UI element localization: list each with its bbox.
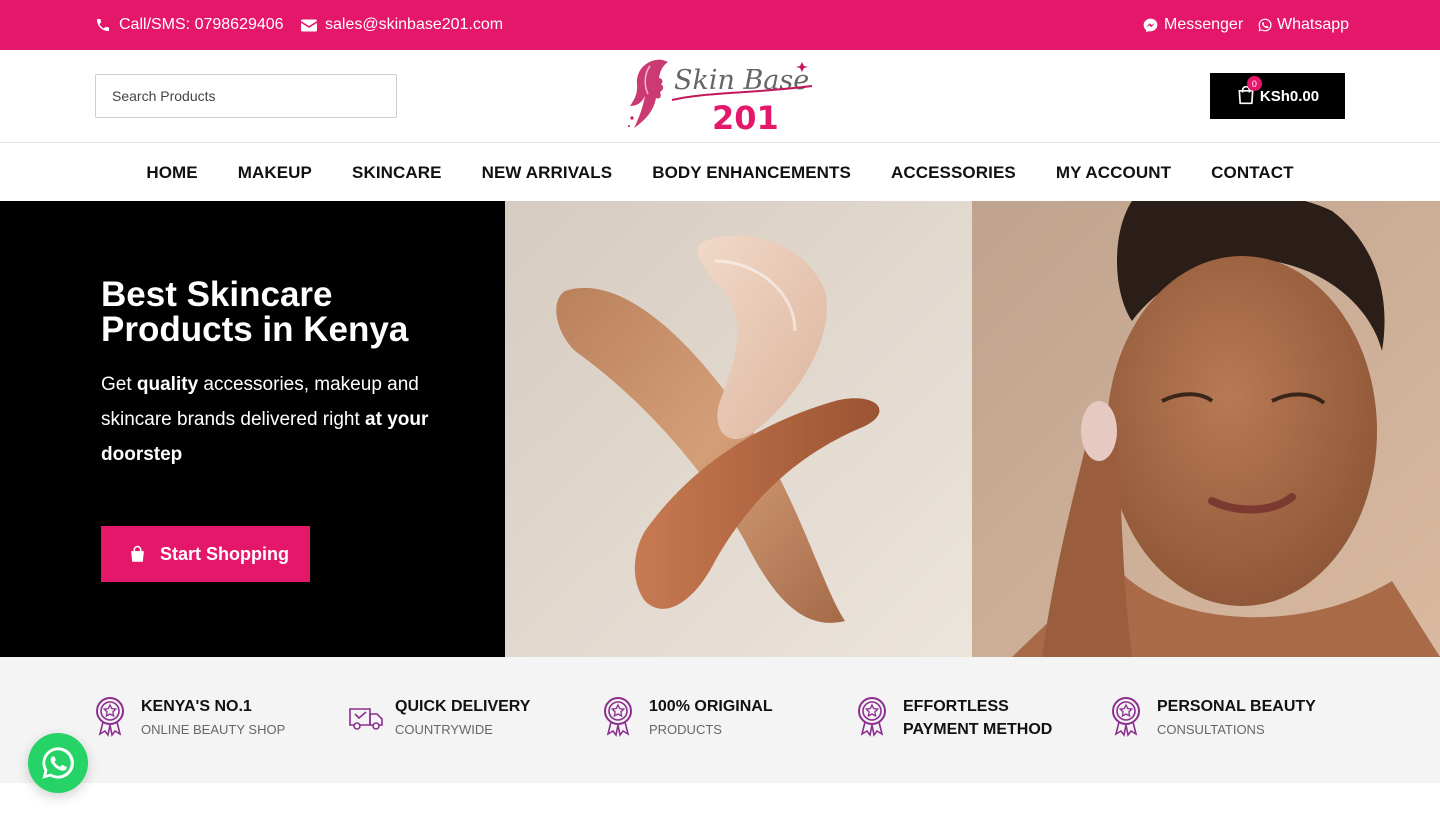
messenger-icon — [1143, 18, 1158, 32]
phone-text: Call/SMS: 0798629406 — [119, 16, 284, 33]
whatsapp-icon — [42, 747, 74, 779]
start-shopping-button[interactable]: Start Shopping — [101, 526, 310, 582]
nav-my-account[interactable]: MY ACCOUNT — [1056, 163, 1171, 183]
nav-makeup[interactable]: MAKEUP — [238, 163, 312, 183]
start-shopping-label: Start Shopping — [160, 543, 289, 564]
skin-base-logo-icon: Skin Base 201 — [628, 59, 813, 137]
site-header: Skin Base 201 0 KSh0.00 — [0, 50, 1440, 143]
nav-body-enhancements[interactable]: BODY ENHANCEMENTS — [652, 163, 851, 183]
hero-title: Best Skincare Products in Kenya — [101, 275, 409, 349]
phone-contact[interactable]: Call/SMS: 0798629406 — [95, 0, 284, 50]
nav-home[interactable]: HOME — [146, 163, 197, 183]
feature-item: PERSONAL BEAUTY CONSULTATIONS — [1111, 695, 1316, 740]
phone-icon — [97, 19, 109, 31]
main-nav: HOME MAKEUP SKINCARE NEW ARRIVALS BODY E… — [0, 144, 1440, 201]
whatsapp-label: Whatsapp — [1277, 16, 1350, 33]
nav-skincare[interactable]: SKINCARE — [352, 163, 442, 183]
award-ribbon-icon — [1112, 697, 1140, 737]
messenger-label: Messenger — [1164, 16, 1244, 33]
feature-subtitle: ONLINE BEAUTY SHOP — [141, 722, 286, 737]
award-ribbon-icon — [858, 697, 886, 737]
feature-item: KENYA'S NO.1 ONLINE BEAUTY SHOP — [95, 695, 285, 740]
hero-description: Get quality accessories, makeup and skin… — [101, 367, 441, 472]
site-logo[interactable]: Skin Base 201 — [626, 56, 816, 137]
search-input[interactable] — [95, 74, 397, 118]
hero-image-model — [972, 201, 1440, 657]
cart-button[interactable]: 0 KSh0.00 — [1210, 73, 1345, 119]
feature-title: KENYA'S NO.1 — [141, 698, 252, 715]
nav-new-arrivals[interactable]: NEW ARRIVALS — [482, 163, 613, 183]
hero-text-part: Get — [101, 374, 137, 395]
feature-item: QUICK DELIVERY COUNTRYWIDE — [349, 695, 530, 740]
delivery-truck-icon — [349, 708, 383, 730]
nav-accessories[interactable]: ACCESSORIES — [891, 163, 1016, 183]
hero-text-bold: quality — [136, 374, 199, 395]
messenger-link[interactable]: Messenger — [1143, 0, 1243, 50]
award-ribbon-icon — [96, 697, 124, 737]
cart-total: KSh0.00 — [1259, 87, 1320, 105]
feature-title: PERSONAL BEAUTY — [1157, 698, 1316, 715]
feature-subtitle: COUNTRYWIDE — [395, 722, 493, 737]
shopping-bag-icon: 0 — [1236, 76, 1262, 107]
hero-text-panel: Best Skincare Products in Kenya Get qual… — [0, 201, 505, 657]
shopping-bag-icon — [131, 545, 144, 562]
feature-item: 100% ORIGINAL PRODUCTS — [603, 695, 773, 740]
award-ribbon-icon — [604, 697, 632, 737]
hero-image-swatches — [505, 201, 972, 657]
features-bar: KENYA'S NO.1 ONLINE BEAUTY SHOP QUICK DE… — [0, 657, 1440, 783]
whatsapp-chat-button[interactable] — [28, 733, 88, 793]
email-text: sales@skinbase201.com — [325, 16, 504, 33]
feature-title: EFFORTLESS PAYMENT METHOD — [903, 698, 1053, 738]
email-contact[interactable]: sales@skinbase201.com — [301, 0, 503, 50]
nav-contact[interactable]: CONTACT — [1211, 163, 1294, 183]
feature-item: EFFORTLESS PAYMENT METHOD — [857, 695, 1083, 741]
feature-subtitle: CONSULTATIONS — [1157, 722, 1265, 737]
whatsapp-link[interactable]: Whatsapp — [1258, 0, 1349, 50]
feature-title: QUICK DELIVERY — [395, 698, 531, 715]
feature-subtitle: PRODUCTS — [649, 722, 722, 737]
envelope-icon — [301, 19, 317, 31]
feature-title: 100% ORIGINAL — [649, 698, 773, 715]
whatsapp-icon — [1258, 18, 1272, 32]
cart-count-badge: 0 — [1246, 76, 1262, 91]
svg-text:201: 201 — [712, 99, 779, 136]
top-bar: Call/SMS: 0798629406 sales@skinbase201.c… — [0, 0, 1440, 50]
